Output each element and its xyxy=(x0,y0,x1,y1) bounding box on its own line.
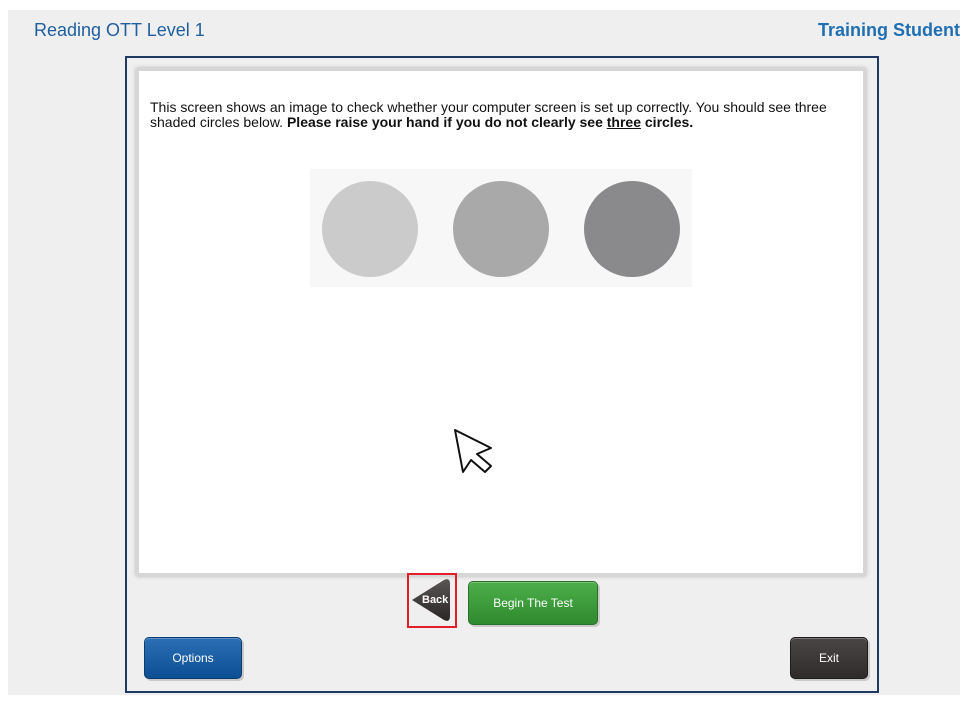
instructions-bold-end: circles. xyxy=(641,114,694,130)
medium-circle xyxy=(453,181,549,277)
exit-button[interactable]: Exit xyxy=(790,637,868,679)
circles-image xyxy=(310,169,692,287)
instructions-bold: Please raise your hand if you do not cle… xyxy=(286,114,607,130)
app-title: Reading OTT Level 1 xyxy=(34,20,205,40)
instructions-emphasis: three xyxy=(606,114,641,130)
back-label: Back xyxy=(422,594,449,606)
mouse-pointer-icon xyxy=(454,429,492,473)
light-circle xyxy=(322,181,418,277)
content-panel: This screen shows an image to check whet… xyxy=(136,68,866,576)
options-button[interactable]: Options xyxy=(144,637,242,679)
dark-circle xyxy=(584,181,680,277)
user-name: Training Student xyxy=(818,20,960,40)
begin-test-button[interactable]: Begin The Test xyxy=(468,581,598,625)
instructions-text: This screen shows an image to check whet… xyxy=(150,100,850,130)
back-button[interactable]: Back xyxy=(410,578,454,622)
